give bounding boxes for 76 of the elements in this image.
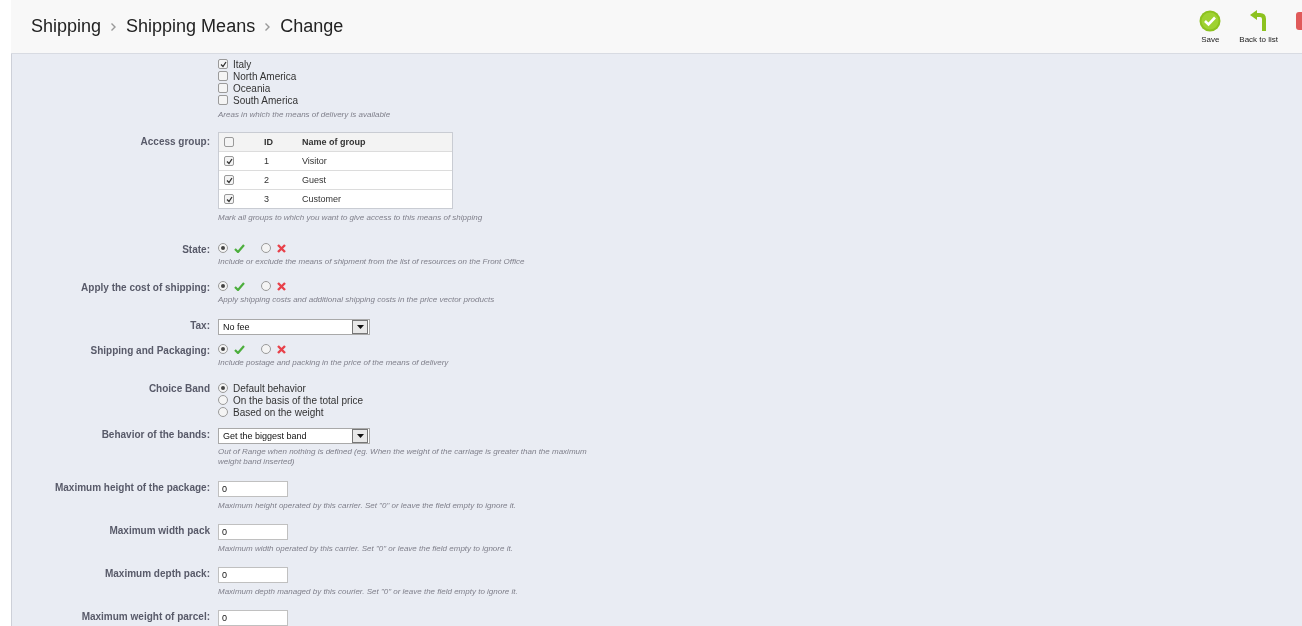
checkbox[interactable] (224, 156, 234, 166)
toolbar-icon[interactable] (1296, 10, 1302, 32)
input-field[interactable]: 0 (218, 481, 288, 497)
dropdown[interactable]: Get the biggest band (218, 428, 370, 444)
table-cell-text: 1 (264, 156, 270, 166)
breadcrumb-item[interactable]: Change (280, 16, 344, 37)
radio-button[interactable] (261, 344, 271, 354)
chevron-icon (265, 22, 271, 31)
check-mark-icon (234, 243, 245, 253)
checkbox-label: North America (233, 70, 297, 82)
breadcrumb-item[interactable]: Shipping Means (126, 16, 256, 37)
chevron-icon (111, 22, 117, 31)
radio-label: On the basis of the total price (233, 394, 364, 406)
toolbar-button[interactable]: Back to list (1239, 10, 1278, 44)
table-cell-text: Customer (302, 194, 342, 204)
input-field[interactable]: 0 (218, 567, 288, 583)
breadcrumb-item[interactable]: Shipping (31, 16, 102, 37)
radio-button[interactable] (218, 383, 228, 393)
check-circle-icon (1199, 10, 1222, 32)
table-cell-text: Guest (302, 175, 327, 185)
cross-icon (277, 281, 286, 291)
toolbar-button[interactable]: Save (1199, 10, 1222, 44)
field-label: Choice Band (147, 382, 210, 396)
checkbox[interactable] (218, 83, 228, 93)
column-header: ID (264, 137, 274, 147)
caret-icon (352, 320, 368, 334)
table-cell-text: Visitor (302, 156, 328, 166)
field-label: Maximum width pack (108, 524, 210, 538)
radio-label: Based on the weight (233, 406, 324, 418)
field-label: Apply the cost of shipping: (80, 281, 210, 295)
column-header: Name of group (302, 137, 367, 147)
checkbox[interactable] (218, 59, 228, 69)
help-text: Mark all groups to which you want to give access to this means of shipping (218, 213, 483, 223)
checkbox[interactable] (224, 137, 234, 147)
cross-icon (277, 344, 286, 354)
help-text: Maximum height operated by this carrier. Set "0" or leave the field empty to ignore it. (218, 501, 516, 511)
checkbox[interactable] (224, 194, 234, 204)
checkbox-label: South America (233, 94, 299, 106)
input-field[interactable]: 0 (218, 610, 288, 626)
checkbox[interactable] (218, 71, 228, 81)
check-mark-icon (234, 344, 245, 354)
radio-button[interactable] (261, 281, 271, 291)
radio-button[interactable] (261, 243, 271, 253)
table-cell-text: 2 (264, 175, 270, 185)
checkbox-label: Italy (233, 58, 252, 70)
table-cell-text: 3 (264, 194, 270, 204)
help-text: Include postage and packing in the price of the means of delivery (218, 358, 449, 368)
help-text: Maximum width operated by this carrier. Set "0" or leave the field empty to ignore it. (218, 544, 513, 554)
field-label: Behavior of the bands: (100, 428, 210, 442)
checkbox[interactable] (224, 175, 234, 185)
help-text: Out of Range when nothing is defined (eg. When the weight of the carriage is greater than the maximum weight band inserted) (218, 447, 588, 467)
caret-icon (352, 429, 368, 443)
field-label: Maximum height of the package: (53, 481, 210, 495)
radio-button[interactable] (218, 243, 228, 253)
field-label: Tax: (189, 319, 210, 333)
check-mark-icon (234, 281, 245, 291)
return-arrow-icon (1248, 10, 1269, 32)
field-label: Maximum depth pack: (103, 567, 210, 581)
field-label: Access group: (139, 135, 210, 149)
radio-button[interactable] (218, 281, 228, 291)
field-label: Maximum weight of parcel: (80, 610, 210, 624)
input-field[interactable]: 0 (218, 524, 288, 540)
help-text: Maximum depth managed by this courier. Set "0" or leave the field empty to ignore it. (218, 587, 518, 597)
dropdown[interactable]: No fee (218, 319, 370, 335)
help-text: Apply shipping costs and additional shipping costs in the price vector products (218, 295, 495, 305)
help-text: Include or exclude the means of shipment from the list of resources on the Front Office (218, 257, 525, 267)
help-text: Areas in which the means of delivery is available (218, 110, 391, 120)
radio-label: Default behavior (233, 382, 306, 394)
radio-button[interactable] (218, 407, 228, 417)
field-label: State: (181, 243, 210, 257)
cross-icon (277, 243, 286, 253)
checkbox[interactable] (218, 95, 228, 105)
radio-button[interactable] (218, 344, 228, 354)
radio-button[interactable] (218, 395, 228, 405)
checkbox-label: Oceania (233, 82, 271, 94)
field-label: Shipping and Packaging: (89, 344, 210, 358)
